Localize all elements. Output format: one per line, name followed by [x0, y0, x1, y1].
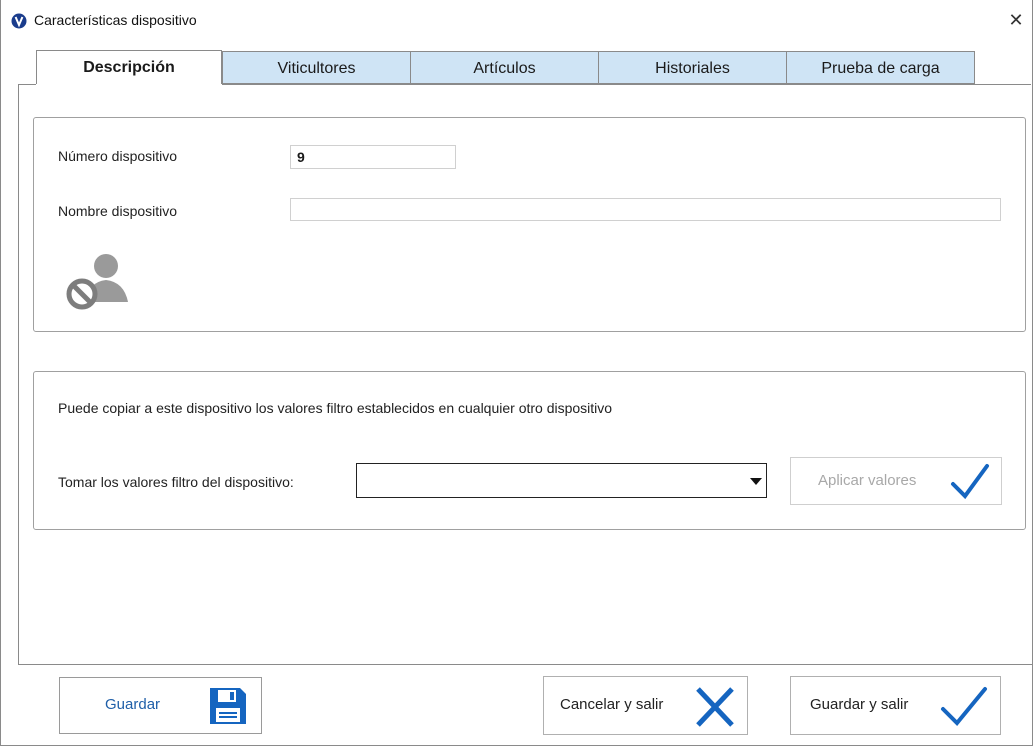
apply-values-label: Aplicar valores	[818, 472, 917, 489]
copy-filters-panel	[33, 371, 1026, 530]
apply-values-button[interactable]: Aplicar valores	[790, 457, 1002, 505]
cancel-exit-button[interactable]: Cancelar y salir	[543, 676, 748, 735]
chevron-down-icon	[750, 478, 762, 485]
app-logo-icon	[11, 13, 27, 29]
tab-descripcion[interactable]: Descripción	[36, 50, 222, 85]
source-device-select[interactable]	[356, 463, 767, 498]
device-name-field[interactable]	[290, 198, 1001, 221]
floppy-disk-icon	[210, 688, 246, 724]
device-number-label: Número dispositivo	[58, 148, 178, 164]
content-left-border	[18, 84, 19, 664]
device-panel	[33, 117, 1026, 332]
device-number-field[interactable]: 9	[290, 145, 456, 169]
close-icon	[696, 687, 734, 727]
tab-viticultores[interactable]: Viticultores	[222, 51, 411, 84]
save-exit-button[interactable]: Guardar y salir	[790, 676, 1001, 735]
check-icon	[951, 464, 989, 500]
check-icon	[941, 687, 987, 726]
save-label: Guardar	[105, 696, 161, 713]
copy-filters-info-text: Puede copiar a este dispositivo los valo…	[58, 400, 613, 416]
tab-historiales[interactable]: Historiales	[598, 51, 787, 84]
close-button[interactable]: ✕	[1005, 9, 1027, 31]
cancel-exit-label: Cancelar y salir	[560, 696, 664, 713]
device-name-label: Nombre dispositivo	[58, 203, 178, 219]
active-tab-gap	[36, 84, 222, 86]
tab-articulos[interactable]: Artículos	[410, 51, 599, 84]
user-blocked-icon	[62, 250, 134, 314]
save-exit-label: Guardar y salir	[810, 696, 909, 713]
content-bottom-border	[18, 664, 1033, 665]
window-title: Características dispositivo	[34, 12, 197, 28]
save-button[interactable]: Guardar	[59, 677, 262, 734]
source-device-label: Tomar los valores filtro del dispositivo…	[58, 474, 294, 490]
tab-prueba-de-carga[interactable]: Prueba de carga	[786, 51, 975, 84]
